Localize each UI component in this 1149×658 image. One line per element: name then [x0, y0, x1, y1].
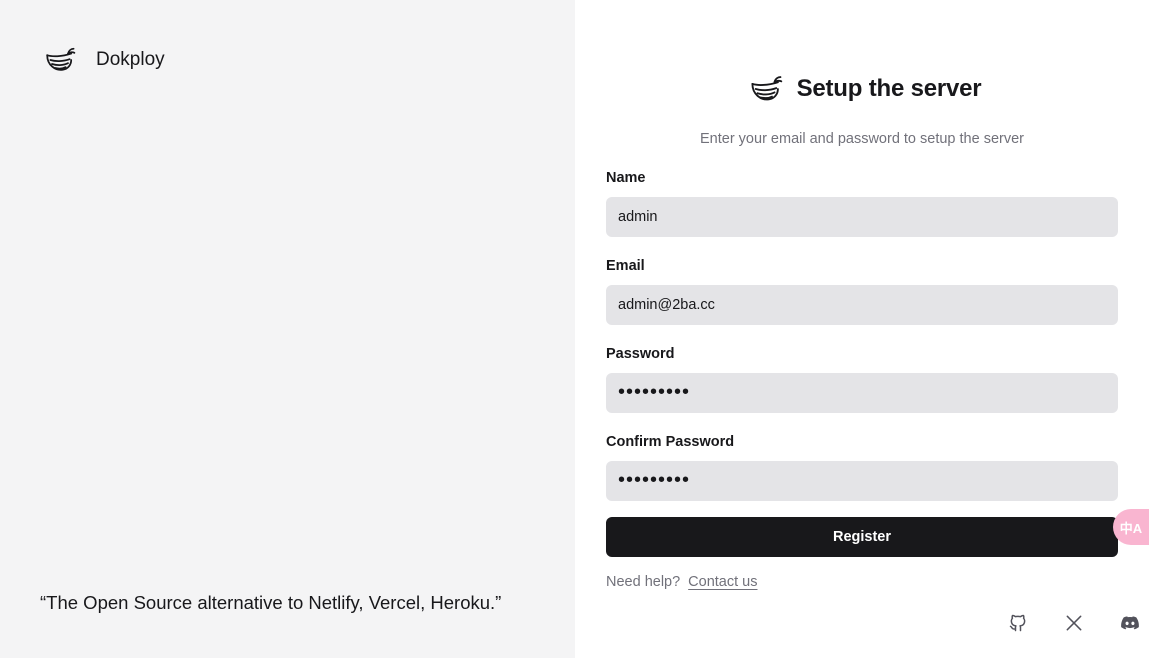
brand-name: Dokploy	[96, 49, 165, 70]
page-title: Setup the server	[796, 75, 982, 102]
help-row: Need help? Contact us	[606, 574, 1118, 590]
tagline-quote: “The Open Source alternative to Netlify,…	[40, 592, 502, 613]
password-field[interactable]: •••••••••	[606, 373, 1118, 413]
github-link[interactable]	[990, 611, 1046, 635]
whale-icon	[46, 47, 76, 71]
confirm-password-field[interactable]: •••••••••	[606, 461, 1118, 501]
name-field[interactable]: admin	[606, 197, 1118, 237]
help-text: Need help?	[606, 574, 681, 590]
confirm-password-label: Confirm Password	[606, 434, 735, 450]
x-icon	[1066, 615, 1082, 631]
discord-icon	[1121, 616, 1139, 630]
setup-form: Name admin Email admin@2ba.cc Password •…	[606, 170, 1118, 590]
brand[interactable]: Dokploy	[44, 44, 165, 76]
contact-us-link[interactable]: Contact us	[688, 574, 757, 590]
x-link[interactable]	[1046, 611, 1102, 635]
discord-link[interactable]	[1102, 611, 1149, 635]
register-button[interactable]: Register	[606, 517, 1118, 557]
translate-widget[interactable]: 中A	[1113, 509, 1149, 545]
translate-icon: 中A	[1119, 520, 1143, 536]
github-icon	[1009, 614, 1026, 632]
password-label: Password	[606, 346, 675, 362]
left-panel: Dokploy “The Open Source alternative to …	[0, 0, 575, 658]
email-field[interactable]: admin@2ba.cc	[606, 285, 1118, 325]
name-label: Name	[606, 170, 646, 186]
page-subtitle: Enter your email and password to setup t…	[700, 131, 1024, 147]
email-label: Email	[606, 258, 645, 274]
whale-icon	[751, 76, 782, 101]
right-panel: Setup the server Enter your email and pa…	[575, 0, 1149, 658]
setup-page: Dokploy “The Open Source alternative to …	[0, 0, 1149, 658]
setup-header: Setup the server	[575, 72, 1149, 106]
social-links	[990, 611, 1149, 635]
